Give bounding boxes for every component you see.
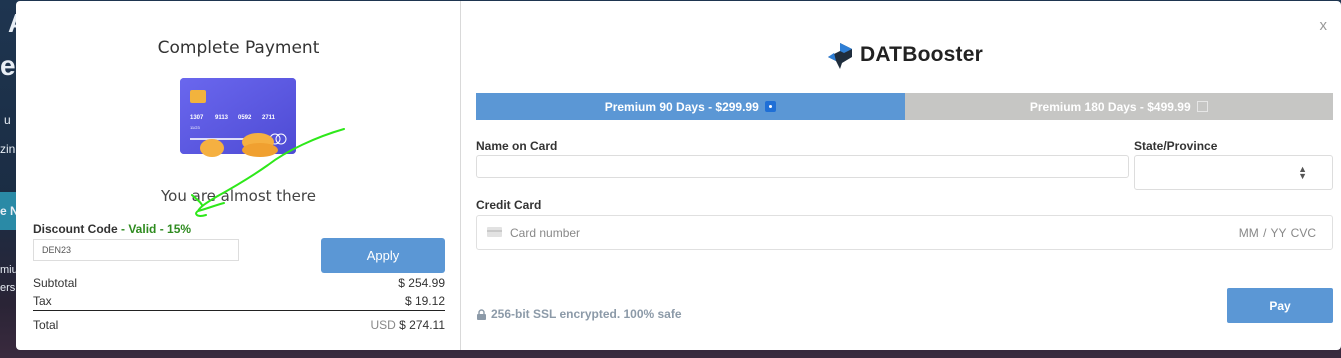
card-number-text: 2711 [262, 115, 276, 121]
ssl-text: 256-bit SSL encrypted. 100% safe [491, 307, 682, 321]
plan-unselected-radio[interactable] [1196, 101, 1208, 112]
card-name-text: 11/23 [190, 125, 200, 130]
subtotal-value: $ 254.99 [398, 276, 445, 290]
total-row: Total USD $ 274.11 [33, 318, 445, 332]
background-text: zin [0, 142, 16, 156]
card-number-text: 9113 [215, 115, 229, 121]
payment-title: Complete Payment [157, 38, 320, 58]
credit-card-illustration: 1307 9113 0592 2711 11/23 [180, 78, 296, 157]
total-label: Total [33, 318, 59, 332]
card-number-text: 1307 [190, 115, 204, 121]
background-text: e [0, 50, 16, 81]
discount-code-input[interactable] [33, 239, 239, 261]
plan-selector: Premium 90 Days - $299.99 Premium 180 Da… [476, 93, 1333, 120]
plan-label: Premium 180 Days - $499.99 [1029, 99, 1191, 114]
almost-there-text: You are almost there [161, 187, 316, 205]
credit-card-input[interactable]: Card number MM / YY CVC [476, 215, 1333, 250]
checkout-panel: x DATBooster Premium 90 Days - $299.99 P… [462, 1, 1341, 350]
subtotal-row: Subtotal $ 254.99 [33, 276, 445, 290]
brand-logo-icon [828, 43, 852, 69]
card-number-text: 0592 [238, 115, 252, 121]
select-arrows-icon: ▲ ▼ [1298, 164, 1307, 181]
total-value-group: USD $ 274.11 [370, 318, 445, 332]
credit-card-label: Credit Card [476, 198, 542, 212]
lock-icon [477, 308, 486, 320]
order-summary-panel: Complete Payment 1307 9113 0592 2711 11/… [16, 1, 461, 350]
discount-valid-status: Valid - 15% [128, 222, 192, 236]
ssl-notice: 256-bit SSL encrypted. 100% safe [476, 307, 682, 321]
plan-label: Premium 90 Days - $299.99 [604, 99, 759, 114]
name-on-card-input[interactable] [476, 155, 1129, 178]
payment-modal: Complete Payment 1307 9113 0592 2711 11/… [16, 1, 1341, 350]
pay-button[interactable]: Pay [1227, 288, 1333, 323]
plan-option-180-days[interactable]: Premium 180 Days - $499.99 [904, 93, 1333, 120]
name-on-card-label: Name on Card [476, 139, 558, 153]
plan-option-90-days[interactable]: Premium 90 Days - $299.99 [476, 93, 905, 120]
expiry-cvc-placeholder: MM / YY CVC [1238, 226, 1316, 240]
background-text: u [4, 113, 11, 127]
discount-label-text: Discount Code [33, 222, 118, 236]
state-province-label: State/Province [1134, 139, 1218, 153]
total-currency: USD [370, 318, 396, 332]
tax-value: $ 19.12 [404, 294, 445, 308]
state-province-select[interactable]: ▲ ▼ [1134, 155, 1333, 190]
discount-separator: - [117, 222, 129, 236]
credit-card-icon [487, 227, 502, 237]
brand-name: DATBooster [860, 43, 983, 66]
tax-row: Tax $ 19.12 [33, 294, 445, 308]
subtotal-label: Subtotal [33, 276, 78, 290]
summary-divider [33, 310, 445, 311]
card-number-placeholder: Card number [510, 226, 581, 240]
discount-code-label: Discount Code - Valid - 15% [33, 222, 191, 236]
close-button[interactable]: x [1320, 17, 1328, 34]
brand-logo: DATBooster [826, 39, 983, 71]
total-value: $ 274.11 [399, 318, 445, 332]
apply-discount-button[interactable]: Apply [321, 238, 445, 273]
plan-selected-radio[interactable] [764, 101, 776, 112]
tax-label: Tax [33, 294, 52, 308]
